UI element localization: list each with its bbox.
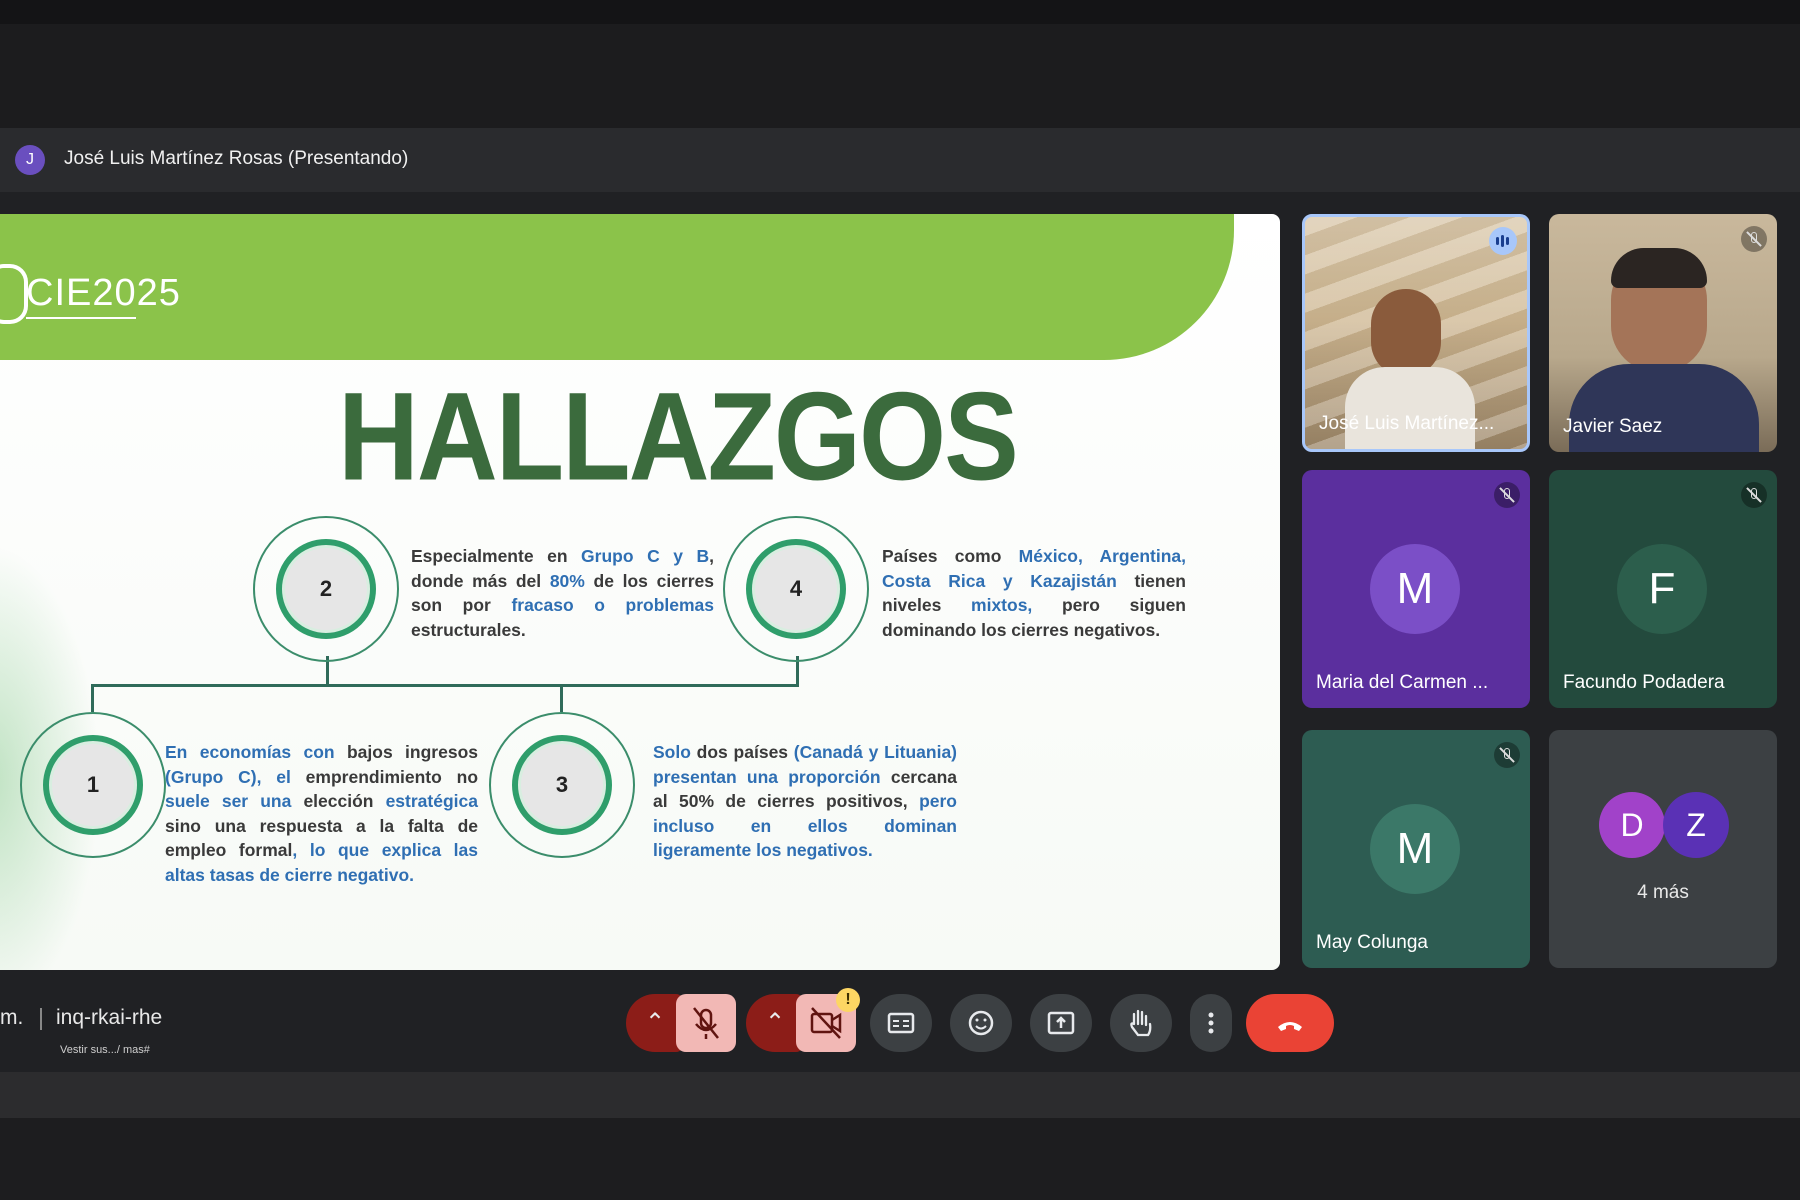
more-participants-tile[interactable]: D Z 4 más <box>1549 730 1777 968</box>
presenter-label: José Luis Martínez Rosas (Presentando) <box>64 148 409 169</box>
bottom-strip <box>0 1118 1800 1200</box>
finding-number-ring: 2 <box>253 516 399 662</box>
muted-mic-icon <box>1741 226 1767 252</box>
body-text: dos países <box>690 742 794 762</box>
highlighted-text: (Grupo C), el <box>165 766 291 787</box>
highlighted-text: mixtos, <box>971 595 1033 615</box>
participant-avatar: Z <box>1663 792 1729 858</box>
body-text: elección <box>291 791 386 811</box>
hang-up-icon <box>1278 1022 1302 1031</box>
participant-tile[interactable]: M May Colunga <box>1302 730 1530 968</box>
more-vert-icon <box>1208 1012 1214 1034</box>
more-participants-label: 4 más <box>1637 882 1689 903</box>
finding-number-ring: 3 <box>489 712 635 858</box>
connector-line <box>91 684 799 687</box>
microphone-toggle-button[interactable] <box>676 994 736 1052</box>
meeting-time: m. <box>0 1006 24 1029</box>
highlighted-text: En economías con <box>165 742 335 762</box>
finding-number: 4 <box>746 539 846 639</box>
finding-number-ring: 1 <box>20 712 166 858</box>
top-strip <box>0 0 1800 24</box>
body-text: emprendimiento no <box>290 766 479 787</box>
conference-logo-text: CIE2025 <box>26 272 181 319</box>
more-options-button[interactable] <box>1190 994 1232 1052</box>
highlighted-text: Grupo C y B <box>581 546 710 566</box>
captions-icon <box>887 1012 915 1034</box>
info-divider <box>40 1008 42 1030</box>
meeting-code: inq-rkai-rhe <box>56 1006 163 1029</box>
reactions-button[interactable] <box>950 994 1012 1052</box>
finding-text: Solo dos países (Canadá y Lituania) pres… <box>653 740 957 863</box>
finding-text: Especialmente en Grupo C y B, donde más … <box>411 544 714 642</box>
leave-call-button[interactable] <box>1246 994 1334 1052</box>
participant-name: May Colunga <box>1316 932 1428 953</box>
finding-text: Países como México, Argentina, Costa Ric… <box>882 544 1186 642</box>
participant-tile-video[interactable]: Javier Saez <box>1549 214 1777 452</box>
participant-tile[interactable]: F Facundo Podadera <box>1549 470 1777 708</box>
emoji-icon <box>968 1010 994 1036</box>
conference-logo-icon <box>0 264 28 324</box>
participant-name: Javier Saez <box>1563 416 1663 437</box>
highlighted-text: suele ser una <box>165 791 292 811</box>
participant-name: José Luis Martínez... <box>1319 413 1495 434</box>
participant-hair <box>1611 248 1707 288</box>
participant-sweater <box>1569 364 1759 452</box>
highlighted-text: fracaso o problemas <box>511 595 715 615</box>
raise-hand-button[interactable] <box>1110 994 1172 1052</box>
participant-tile[interactable]: M Maria del Carmen ... <box>1302 470 1530 708</box>
muted-mic-icon <box>1494 742 1520 768</box>
presenter-bar: J José Luis Martínez Rosas (Presentando) <box>0 128 1800 192</box>
mic-off-icon <box>693 1007 719 1039</box>
top-frame <box>0 0 1800 128</box>
muted-mic-icon <box>1741 482 1767 508</box>
connector-line <box>560 684 563 712</box>
body-text: Especialmente en <box>411 546 582 566</box>
slide-header-banner: CIE2025 <box>0 214 1234 360</box>
presenter-avatar: J <box>15 145 45 175</box>
presented-slide: CIE2025 HALLAZGOS 2 4 1 3 Especialmente … <box>0 214 1280 970</box>
participant-name: Maria del Carmen ... <box>1316 672 1489 693</box>
present-screen-icon <box>1047 1011 1075 1035</box>
participant-avatar: D <box>1599 792 1665 858</box>
speaking-indicator-icon <box>1489 227 1517 255</box>
participant-tile-video[interactable]: José Luis Martínez... <box>1302 214 1530 452</box>
participant-avatar: F <box>1617 544 1707 634</box>
bottom-frame <box>0 1072 1800 1200</box>
warning-badge: ! <box>836 988 860 1012</box>
meeting-info: m. <box>0 1006 23 1030</box>
speaker-face <box>1371 289 1441 377</box>
finding-number: 1 <box>43 735 143 835</box>
body-text: estructurales. <box>411 619 526 640</box>
finding-number: 2 <box>276 539 376 639</box>
highlighted-text: Solo <box>653 742 691 762</box>
captions-button[interactable] <box>870 994 932 1052</box>
body-text: bajos ingresos <box>334 742 478 762</box>
meeting-subtitle: Vestir sus.../ mas# <box>60 1044 150 1056</box>
connector-line <box>91 684 94 712</box>
highlighted-text: estratégica <box>385 791 478 811</box>
raise-hand-icon <box>1130 1009 1152 1037</box>
participant-avatar: M <box>1370 544 1460 634</box>
body-text: Países como <box>882 546 1019 566</box>
finding-number: 3 <box>512 735 612 835</box>
finding-text: En economías con bajos ingresos (Grupo C… <box>165 740 478 887</box>
participant-name: Facundo Podadera <box>1563 672 1725 693</box>
muted-mic-icon <box>1494 482 1520 508</box>
highlighted-text: 80% <box>549 570 585 591</box>
present-screen-button[interactable] <box>1030 994 1092 1052</box>
participant-avatar: M <box>1370 804 1460 894</box>
finding-number-ring: 4 <box>723 516 869 662</box>
slide-title: HALLAZGOS <box>338 366 1019 507</box>
speaker-shirt <box>1345 367 1475 449</box>
